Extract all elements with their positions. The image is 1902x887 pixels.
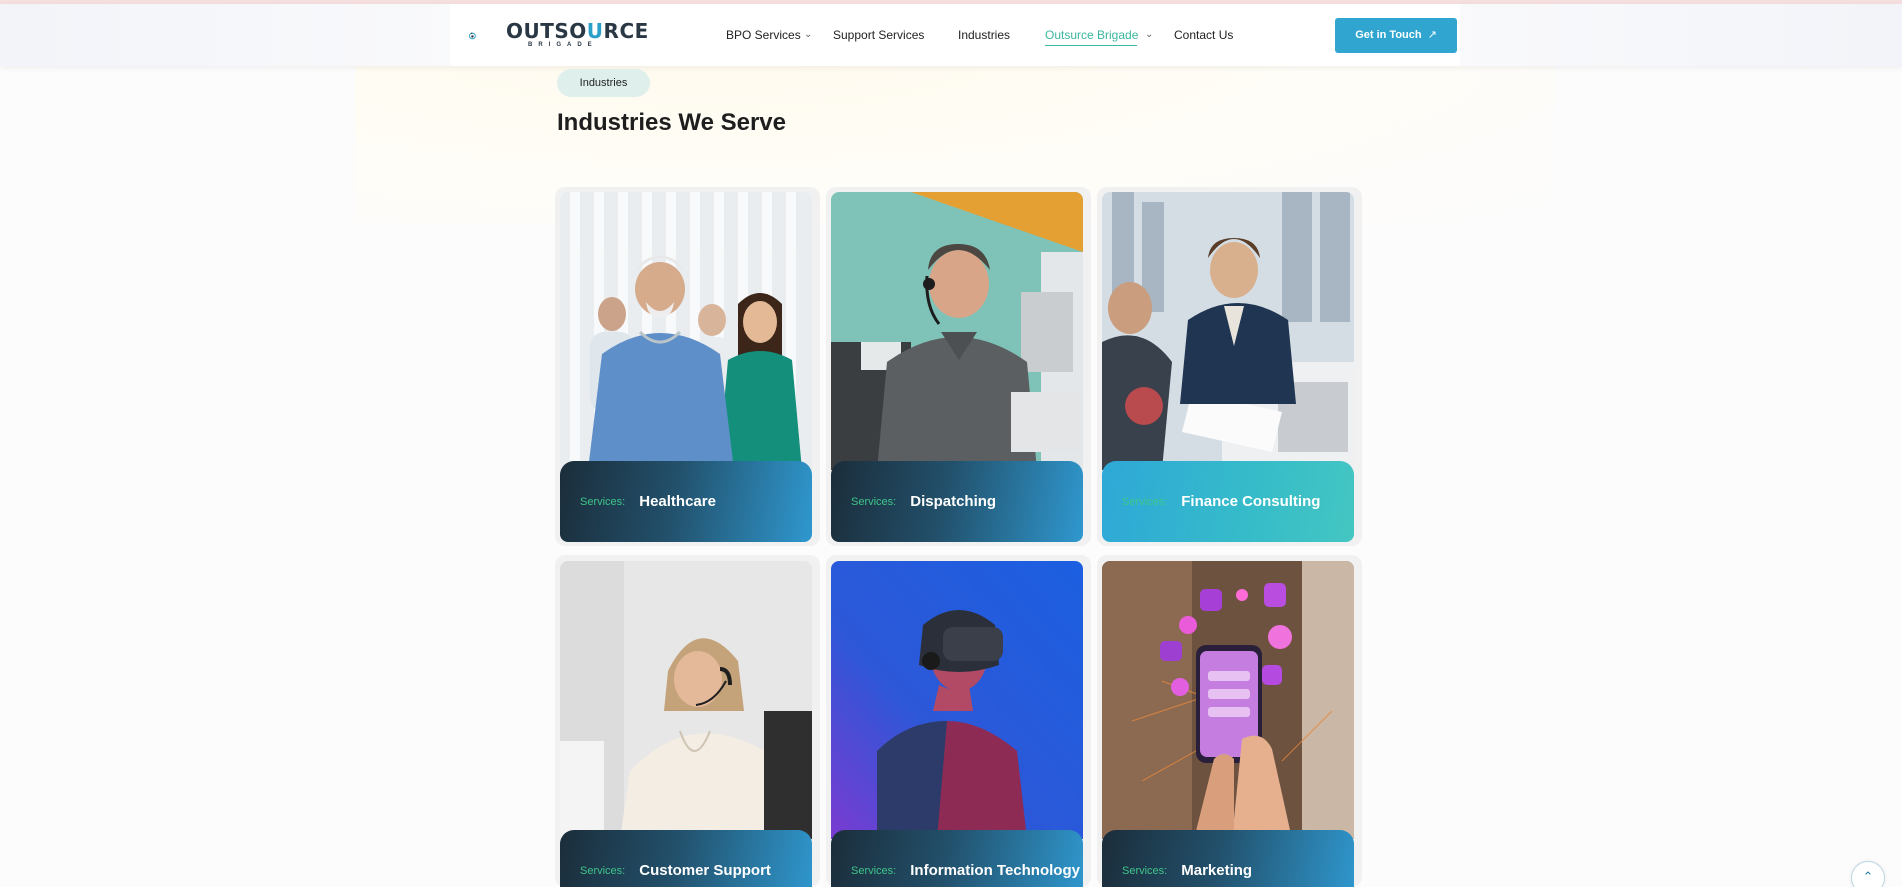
chevron-up-icon: ⌃: [1862, 869, 1874, 884]
industry-name: Information Technology: [910, 862, 1080, 879]
industry-name: Healthcare: [639, 493, 716, 510]
services-label: Services:: [580, 864, 626, 877]
industry-name: Finance Consulting: [1181, 493, 1321, 510]
services-label: Services:: [851, 495, 897, 508]
industry-name: Dispatching: [910, 493, 997, 510]
services-label: Services:: [851, 864, 897, 877]
chevron-down-icon[interactable]: ⌄: [804, 29, 812, 41]
marketing-image: [1102, 561, 1354, 839]
services-label: Services:: [1122, 495, 1168, 508]
chevron-down-icon[interactable]: ⌄: [1145, 29, 1153, 41]
services-label: Services:: [580, 495, 626, 508]
industry-card-marketing[interactable]: Services: Marketing: [1102, 830, 1354, 887]
nav-contact-us[interactable]: Contact Us: [1174, 27, 1233, 43]
industry-card-healthcare[interactable]: Services: Healthcare: [560, 461, 812, 542]
industry-card-finance-consulting[interactable]: Services: Finance Consulting: [1102, 461, 1354, 542]
industry-name: Marketing: [1181, 862, 1253, 879]
industry-card-customer-support[interactable]: Services: Customer Support: [560, 830, 812, 887]
industry-card-information-technology[interactable]: Services: Information Technology: [831, 830, 1083, 887]
finance-consulting-image: [1102, 192, 1354, 470]
customer-support-image: [560, 561, 812, 839]
logo-text: OUTSOURCE: [506, 19, 649, 43]
scroll-to-top-button[interactable]: ⌃: [1851, 861, 1885, 887]
logo-mark-icon: [469, 32, 476, 40]
nav-bpo-services[interactable]: BPO Services: [726, 27, 801, 43]
dispatching-image: [831, 192, 1083, 470]
logo-subtext: BRIGADE: [528, 42, 598, 48]
get-in-touch-label: Get in Touch: [1355, 29, 1422, 41]
nav-industries[interactable]: Industries: [958, 27, 1010, 43]
section-tag: Industries: [557, 69, 650, 97]
industry-name: Customer Support: [639, 862, 771, 879]
get-in-touch-button[interactable]: Get in Touch ↗: [1335, 18, 1457, 53]
healthcare-image: [560, 192, 812, 470]
services-label: Services:: [1122, 864, 1168, 877]
nav-outsurce-brigade[interactable]: Outsurce Brigade: [1045, 27, 1138, 43]
page-title: Industries We Serve: [557, 109, 786, 136]
nav-support-services[interactable]: Support Services: [833, 27, 924, 43]
industry-card-dispatching[interactable]: Services: Dispatching: [831, 461, 1083, 542]
information-technology-image: [831, 561, 1083, 839]
arrow-up-right-icon: ↗: [1427, 29, 1437, 41]
active-nav-underline: [1045, 45, 1137, 46]
